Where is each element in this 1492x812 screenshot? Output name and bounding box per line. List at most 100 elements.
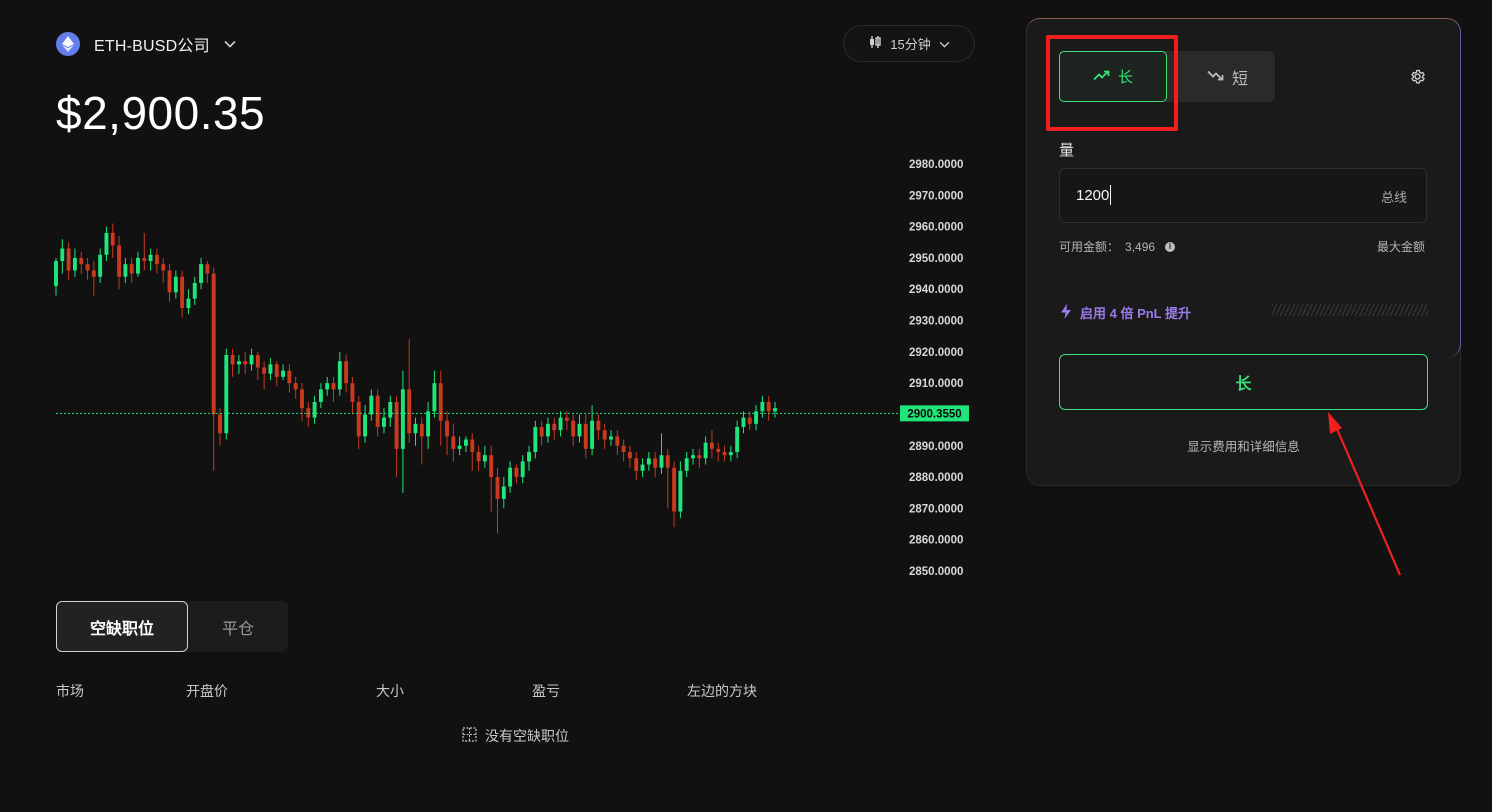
candle-body: [161, 264, 166, 271]
candle-body: [653, 458, 658, 468]
candle-body: [691, 455, 695, 459]
candle-body: [747, 417, 752, 424]
pnl-boost-toggle[interactable]: 启用 4 倍 PnL 提升: [1060, 303, 1191, 322]
candle-body: [344, 361, 349, 384]
candle-body: [375, 395, 380, 427]
max-amount-button[interactable]: 最大金额: [1377, 238, 1425, 255]
column-header-remaining: 左边的方块: [687, 683, 757, 699]
short-tab-label: 短: [1231, 70, 1248, 88]
candle-body: [180, 276, 185, 309]
candle-body: [211, 273, 216, 415]
pnl-boost-label: 启用 4 倍 PnL 提升: [1080, 306, 1191, 321]
boost-hatch-pattern: [1272, 304, 1428, 316]
candle-body: [350, 383, 355, 402]
candle-body: [325, 383, 330, 390]
column-header-size: 大小: [376, 683, 404, 699]
candle-body: [571, 420, 576, 437]
candle-body: [445, 420, 449, 437]
candle-body: [438, 383, 443, 421]
candle-body: [722, 452, 727, 456]
candle-body: [476, 452, 481, 462]
candle-body: [388, 401, 393, 418]
candle-body: [356, 401, 361, 437]
available-label: 可用金额：: [1059, 240, 1120, 254]
gear-icon[interactable]: [1409, 68, 1426, 90]
candle-body: [394, 401, 399, 449]
candle-body: [287, 370, 292, 384]
column-header-open-price: 开盘价: [186, 683, 228, 699]
candle-body: [482, 455, 487, 462]
info-icon[interactable]: i: [1165, 241, 1176, 252]
candle-body: [300, 389, 304, 409]
candle-body: [495, 477, 500, 499]
candle-body: [451, 436, 456, 449]
candle-body: [615, 436, 620, 446]
candle-body: [230, 354, 235, 365]
available-value: 3,496: [1125, 239, 1156, 254]
tab-open-positions[interactable]: 空缺职位: [56, 601, 188, 652]
candle-body: [684, 458, 689, 471]
candle-body: [419, 423, 424, 437]
candle-body: [697, 455, 702, 459]
candle-body: [470, 439, 475, 453]
candle-body: [382, 417, 386, 427]
candle-body: [590, 420, 595, 449]
candle-body: [262, 367, 267, 374]
candle-body: [760, 401, 765, 412]
candle-body: [136, 257, 140, 274]
empty-state-text: 没有空缺职位: [485, 728, 569, 744]
chevron-down-icon: [939, 36, 950, 51]
candle-body: [236, 361, 241, 365]
candle-body: [426, 411, 431, 437]
positions-tabs: 空缺职位 平仓: [56, 601, 288, 652]
candle-body: [558, 417, 563, 431]
candle-body: [716, 448, 721, 453]
interval-selector[interactable]: 15分钟: [843, 25, 975, 62]
candle-body: [678, 470, 683, 512]
y-axis-tick-label: 2970.0000: [909, 190, 963, 202]
market-selector[interactable]: ETH-BUSD公司: [56, 32, 236, 56]
candle-body: [274, 364, 279, 377]
candle-body: [709, 442, 714, 449]
candle-body: [123, 264, 128, 277]
candle-body: [539, 426, 544, 437]
tab-closed-positions[interactable]: 平仓: [188, 601, 288, 652]
quantity-value: 1200: [1076, 187, 1110, 204]
y-axis-tick-label: 2980.0000: [909, 159, 963, 171]
candle-body: [72, 257, 77, 271]
candle-body: [596, 420, 601, 431]
lightning-icon: [1060, 303, 1072, 322]
price-chart[interactable]: 2980.0000 2970.0000 2960.0000 2950.0000 2940…: [40, 150, 980, 590]
candle-body: [54, 261, 58, 287]
candle-body: [577, 423, 582, 437]
candle-body: [407, 389, 412, 434]
candle-body: [741, 417, 746, 427]
candle-body: [66, 248, 71, 271]
y-axis-tick-label: 2890.0000: [909, 441, 963, 453]
candle-body: [514, 467, 519, 478]
candle-body: [79, 257, 84, 265]
candle-body: [583, 423, 588, 449]
candle-body: [672, 467, 677, 512]
candle-body: [148, 254, 153, 262]
candle-body: [527, 452, 531, 462]
column-header-pnl: 盈亏: [532, 683, 560, 699]
ethereum-icon: [56, 32, 80, 56]
available-amount: 可用金额： 3,496 i: [1059, 238, 1176, 255]
candle-body: [659, 455, 664, 468]
trend-down-icon: [1207, 68, 1224, 86]
annotation-arrow: [1328, 412, 1402, 576]
candle-body: [602, 430, 607, 440]
y-axis-tick-label: 2930.0000: [909, 316, 963, 328]
short-tab[interactable]: 短: [1180, 51, 1275, 102]
y-axis-tick-label: 2850.0000: [909, 566, 963, 578]
candle-body: [60, 248, 65, 262]
candle-body: [224, 354, 229, 434]
quantity-input[interactable]: [1059, 168, 1427, 223]
candle-body: [318, 389, 323, 402]
candle-body: [520, 461, 525, 478]
candle-body: [766, 401, 771, 412]
candle-body: [609, 436, 613, 440]
candle-body: [293, 383, 298, 390]
candle-body: [552, 423, 557, 431]
